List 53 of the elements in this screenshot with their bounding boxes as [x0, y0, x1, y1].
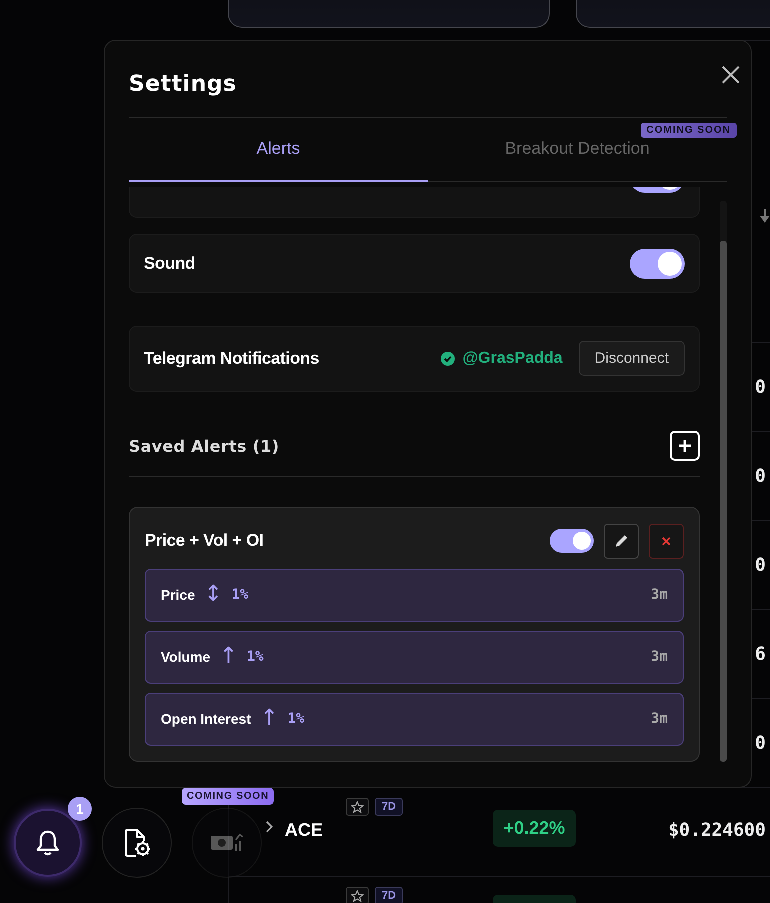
setting-label: Telegram Notifications: [144, 348, 320, 369]
price-value: 6: [755, 644, 766, 664]
timeframe-tag: 7D: [375, 887, 404, 903]
edit-button[interactable]: [604, 524, 639, 559]
star-icon: [351, 890, 364, 902]
cash-chart-icon: [210, 832, 244, 854]
arrow-down-icon: [760, 209, 770, 223]
direction-arrow: ↕: [204, 584, 223, 606]
timeframe-tag: 7D: [375, 798, 404, 816]
price-value: 0: [755, 732, 766, 754]
price-value: 0: [755, 376, 766, 398]
dialog-title: Settings: [129, 72, 237, 96]
star-icon: [351, 800, 364, 814]
setting-label: Sound: [144, 254, 196, 274]
metric-label: Volume: [161, 649, 211, 666]
pencil-icon: [614, 533, 630, 550]
star-button[interactable]: [346, 798, 369, 816]
tab[interactable]: Alerts: [129, 118, 428, 182]
price-value: $0.224600: [668, 820, 766, 841]
threshold-value: 1%: [232, 587, 249, 604]
delete-button[interactable]: [649, 524, 684, 559]
metric-label: Price: [161, 587, 196, 604]
toggle-switch[interactable]: [630, 248, 685, 279]
threshold-value: 1%: [246, 649, 264, 666]
telegram-handle: @GrasPadda: [462, 350, 563, 368]
coming-soon-tag: COMING SOON: [182, 788, 274, 805]
price-value: 0: [755, 466, 766, 486]
bell-icon: [35, 829, 61, 857]
star-button[interactable]: [346, 887, 369, 903]
alert-name: Price + Vol + OI: [145, 531, 264, 552]
direction-arrow: ↑: [260, 708, 279, 730]
count-badge: 1: [68, 797, 92, 821]
direction-arrow: ↑: [220, 646, 238, 668]
section-title: Saved Alerts (1): [129, 436, 280, 456]
interval-value: 3m: [651, 649, 668, 666]
coming-soon-tag: COMING SOON: [640, 123, 737, 138]
document-gear-icon: [122, 827, 152, 859]
price-value: 0: [755, 554, 766, 576]
symbol-text: ACE: [285, 820, 324, 841]
close-icon: [721, 65, 741, 85]
interval-value: 3m: [651, 711, 668, 728]
plus-icon: [678, 439, 692, 454]
metric-label: Open Interest: [161, 711, 252, 728]
toggle-switch[interactable]: [550, 529, 594, 554]
interval-value: 3m: [651, 587, 668, 604]
disconnect-button[interactable]: Disconnect: [578, 341, 685, 376]
add-button[interactable]: [670, 431, 700, 462]
close-button[interactable]: [721, 65, 741, 85]
chevron-right-icon[interactable]: [265, 821, 273, 833]
change-pill: +0.22%: [493, 810, 576, 847]
scrollbar[interactable]: [720, 201, 727, 762]
close-icon: [662, 536, 671, 546]
threshold-value: 1%: [288, 711, 305, 728]
